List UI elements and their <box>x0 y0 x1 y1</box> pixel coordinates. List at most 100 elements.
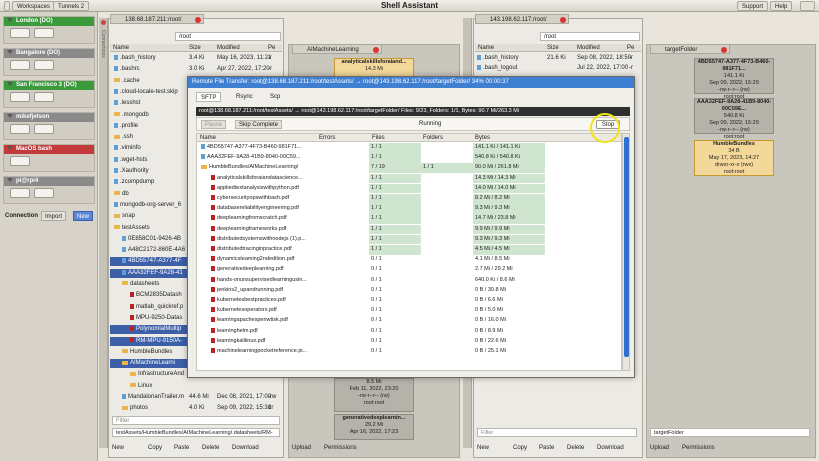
upload-button[interactable]: Upload <box>292 443 311 453</box>
terminal-button[interactable] <box>10 188 30 198</box>
left-filter-input[interactable]: Filter <box>112 416 280 425</box>
download-button[interactable]: Download <box>597 443 624 453</box>
terminal-button[interactable] <box>10 124 30 134</box>
upload-button[interactable]: Upload <box>650 443 669 453</box>
file-card[interactable]: AAA32FEF-9A28-41B9-8040-00C59E... 540.8 … <box>694 98 774 140</box>
transfer-row[interactable]: hands-onunsupervisedlearningusin... 0 / 1… <box>197 276 621 286</box>
transfer-row[interactable]: appliedtextanalysiswithpython.pdf 1 / 1 14… <box>197 183 621 194</box>
terminal-button[interactable] <box>10 156 30 166</box>
transfer-row[interactable]: deeplearningfromscratch.pdf 1 / 1 14.7 Mi … <box>197 214 621 224</box>
left-path-field[interactable]: /root <box>175 32 281 41</box>
connection-macos-bash[interactable]: MacOS bash <box>3 144 95 172</box>
transfer-scrollbar[interactable] <box>622 133 630 371</box>
chevron-down-icon[interactable] <box>7 178 13 183</box>
permissions-button[interactable]: Permissions <box>324 443 357 453</box>
transfer-row[interactable]: dynamicsteaming2ndedition.pdf 0 / 1 4.1 Mi… <box>197 255 621 265</box>
copy-button[interactable]: Copy <box>513 443 527 453</box>
paste-button[interactable]: Paste <box>174 443 189 453</box>
right-filter-input[interactable]: Filter <box>477 428 637 437</box>
connection-pi-rpi4[interactable]: pi@rpi4 <box>3 176 95 204</box>
list-item[interactable]: photos 4.0 Ki Sep 09, 2022, 15:31 dr <box>110 404 282 413</box>
list-item[interactable]: .bashrc 3.0 Ki Apr 27, 2022, 17:20 -r <box>110 65 282 74</box>
menu-tunnels[interactable]: Tunnels 2 <box>53 1 90 11</box>
file-card[interactable]: analyticalskillsforaiand... 14.3 Mi <box>334 58 414 78</box>
copy-button[interactable]: Copy <box>148 443 162 453</box>
tab-left-server[interactable]: 138.68.187.211:/root/ <box>110 14 204 24</box>
transfer-row[interactable]: learningapachespenwtisk.pdf 0 / 10 B / 16… <box>197 316 621 326</box>
terminal-button[interactable] <box>10 60 30 70</box>
window-controls-icon[interactable] <box>800 1 815 11</box>
connection-mikefjetson[interactable]: mikefjetson <box>3 112 95 140</box>
chevron-down-icon[interactable] <box>7 50 13 55</box>
file-card[interactable]: generativedeeplearnin... 29.2 Mi Apr 16,… <box>334 414 414 440</box>
tab-right-server[interactable]: 143.198.62.117:/root/ <box>475 14 569 24</box>
connection-london[interactable]: London (DO) <box>3 16 95 44</box>
transfer-row[interactable]: distributedtracinginpractice.pdf 1 / 1 4.5… <box>197 245 621 255</box>
import-button[interactable]: Import <box>41 211 67 221</box>
transfer-row[interactable]: learninghelm.pdf 0 / 10 B / 8.9 Mi <box>197 327 621 337</box>
transfer-row[interactable]: learningkalilinux.pdf 0 / 10 B / 22.6 Mi <box>197 337 621 347</box>
connection-bangalore[interactable]: Bangalore (DO) <box>3 48 95 76</box>
terminal-button[interactable] <box>10 28 30 38</box>
transfer-row[interactable]: HumbleBundles/AIMachineLearning/7 / 19 1 … <box>197 163 621 173</box>
new-button[interactable]: New <box>477 443 489 453</box>
transfer-row[interactable]: jenkins2_upandrunning.pdf 0 / 10 B / 30.8… <box>197 286 621 296</box>
download-button[interactable]: Download <box>232 443 259 453</box>
transfer-row[interactable]: kubernetesbestpractices.pdf 0 / 10 B / 6.… <box>197 296 621 306</box>
menu-workspaces[interactable]: Workspaces <box>12 1 55 11</box>
close-tab-icon[interactable] <box>560 17 566 23</box>
app-menu-icon[interactable] <box>4 1 10 11</box>
list-item[interactable]: .bash_history 21.6 Ki Sep 08, 2022, 18:5… <box>477 54 641 63</box>
folder-card[interactable]: HumbleBundles 34 B May 17, 2023, 14:27 d… <box>694 140 774 176</box>
new-button[interactable]: New <box>112 443 124 453</box>
list-item[interactable]: .bash_logout Jul 22, 2022, 17:00 -r <box>477 64 641 73</box>
sftp-button[interactable] <box>34 28 54 38</box>
close-tab-icon[interactable] <box>721 47 727 53</box>
connection-san-francisco[interactable]: San Francisco 3 (DO) <box>3 80 95 108</box>
sftp-button[interactable] <box>34 60 54 70</box>
chevron-down-icon[interactable] <box>7 146 13 151</box>
transfer-row[interactable]: databasereliabilityengineering.pdf 1 / 19… <box>197 204 621 214</box>
scrollbar-thumb[interactable] <box>624 137 629 357</box>
paste-button[interactable]: Paste <box>539 443 554 453</box>
skip-complete-button[interactable]: Skip Complete <box>235 120 283 129</box>
pause-button[interactable]: Pause <box>201 120 227 129</box>
new-connection-button[interactable]: New <box>73 211 94 221</box>
right-path-field[interactable]: /root <box>540 32 640 41</box>
tab-target-folder[interactable]: targetFolder <box>650 44 730 54</box>
transfer-row[interactable]: 4BD55747-A377-4F73-B460-981F71... 1 / 1 14… <box>197 143 621 153</box>
sftp-button[interactable] <box>34 92 54 102</box>
terminal-button[interactable] <box>10 92 30 102</box>
tab-sftp[interactable]: SFTP <box>196 92 222 102</box>
transfer-row[interactable]: deeplearningframeworks.pdf 1 / 1 9.9 Mi / … <box>197 224 621 235</box>
delete-button[interactable]: Delete <box>567 443 584 453</box>
chevron-down-icon[interactable] <box>7 114 13 119</box>
chevron-down-icon[interactable] <box>7 18 13 23</box>
transfer-row[interactable]: machinelearningpocketreference.pi... 0 / … <box>197 347 621 357</box>
close-tab-icon[interactable] <box>373 47 379 53</box>
file-card[interactable]: 4BD55747-A377-4F73-B460-981F71... 141.1 … <box>694 58 774 100</box>
sftp-button[interactable] <box>34 188 54 198</box>
list-item[interactable]: MandalorianTrailer.m 44.6 Mi Dec 08, 2021,… <box>110 393 282 402</box>
close-icon[interactable] <box>101 20 106 25</box>
delete-button[interactable]: Delete <box>202 443 219 453</box>
sftp-button[interactable] <box>34 124 54 134</box>
menu-help[interactable]: Help <box>770 1 793 11</box>
tab-scp[interactable]: Scp <box>266 92 284 102</box>
menu-support[interactable]: Support <box>737 1 769 11</box>
tab-rsync[interactable]: Rsync <box>232 92 257 102</box>
chevron-down-icon[interactable] <box>7 82 13 87</box>
connections-vertical-tab[interactable]: Connections <box>99 18 108 448</box>
list-item[interactable]: .bash_history 3.4 Ki May 16, 2023, 11:21 -r <box>110 54 282 63</box>
transfer-row[interactable]: analyticalskillsforaiandatascience... 1 /… <box>197 173 621 184</box>
tab-aimachinelearning[interactable]: AIMachineLearning <box>292 44 382 54</box>
transfer-row[interactable]: kubernetesoperators.pdf 0 / 10 B / 5.0 Mi <box>197 306 621 316</box>
file-card[interactable]: 8.5 Mi Feb 11, 2022, 23:20 -rw-r--r-- (r… <box>334 378 414 412</box>
list-item[interactable]: Linux <box>110 382 282 391</box>
close-tab-icon[interactable] <box>195 17 201 23</box>
transfer-row[interactable]: distributedsystemswithnodejs (1).p... 1 /… <box>197 234 621 245</box>
transfer-row[interactable]: generativedeeplearning.pdf 0 / 1 2.7 Mi / … <box>197 265 621 275</box>
permissions-button[interactable]: Permissions <box>682 443 715 453</box>
transfer-row[interactable]: AAA32FEF-9A28-41B9-8040-00C59... 1 / 1 540… <box>197 153 621 163</box>
target-folder-field[interactable]: targetFolder <box>650 428 810 437</box>
